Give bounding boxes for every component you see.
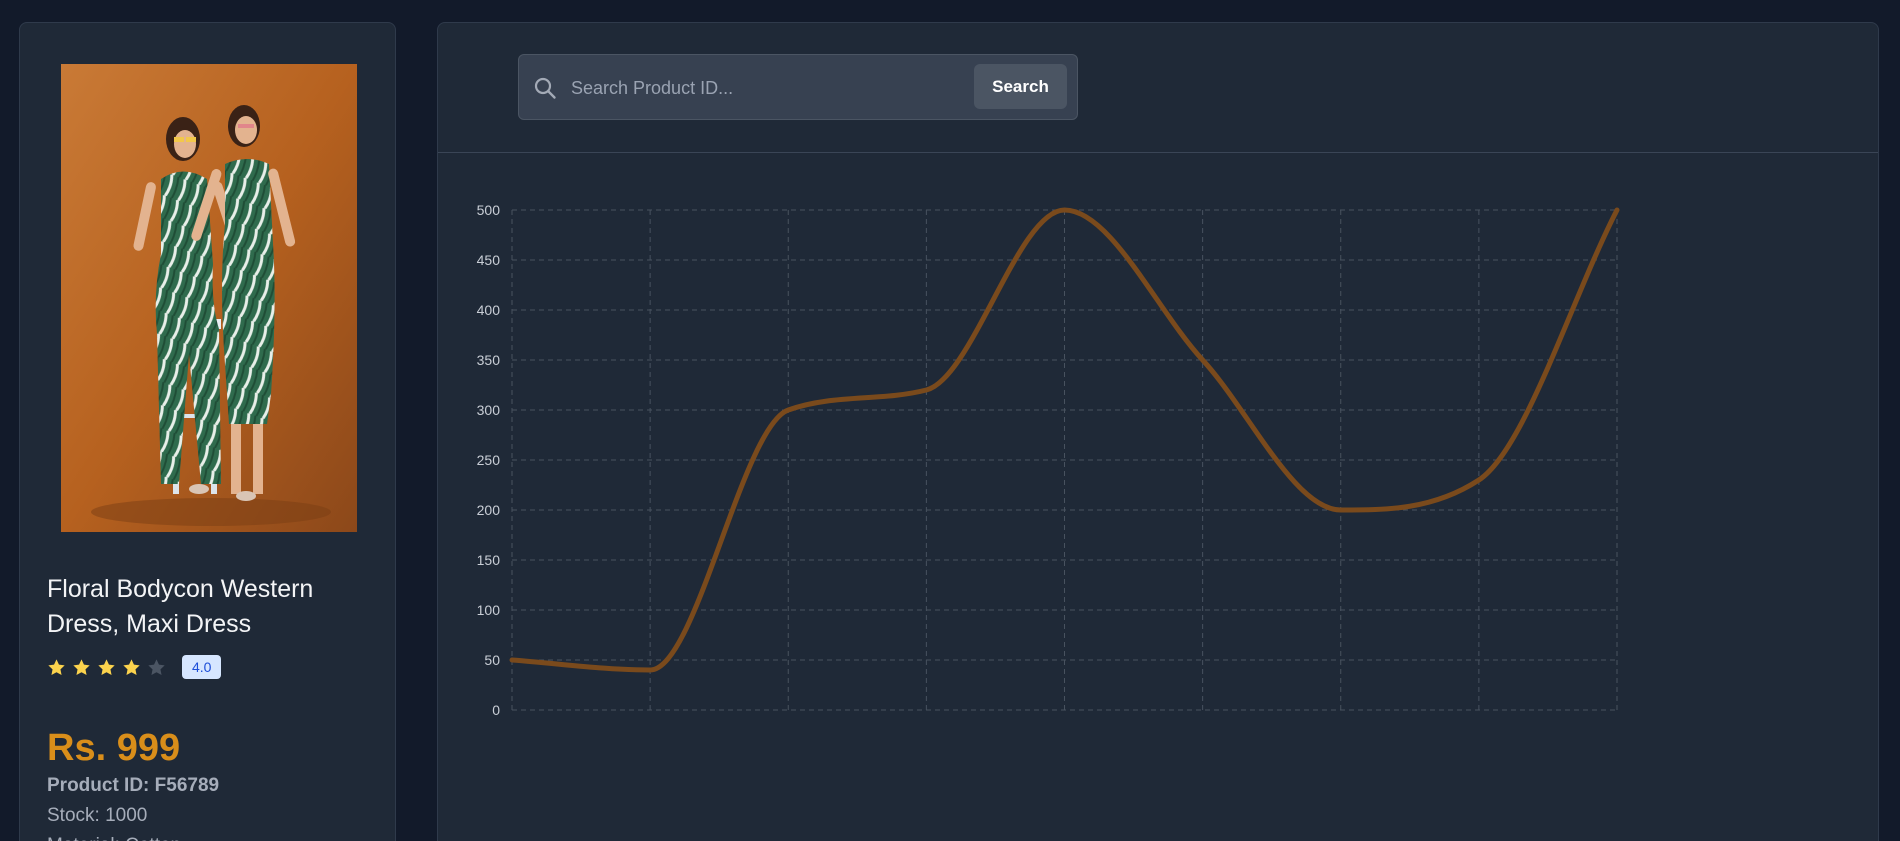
y-tick-label: 150 [477,552,501,568]
rating: 4.0 [47,654,222,680]
y-tick-label: 250 [477,452,501,468]
chart-grid [511,209,1618,711]
data-point [1062,208,1067,212]
data-point [1615,208,1619,212]
product-title-line-1: Floral Bodycon Western [47,575,314,603]
y-tick-label: 500 [477,202,501,218]
y-tick-label: 450 [477,252,501,268]
data-point [1200,358,1205,362]
y-tick-label: 300 [477,402,501,418]
star-icon [73,658,90,675]
star-icon [48,658,65,675]
price: Rs. 999 [47,727,181,769]
rating-badge: 4.0 [182,655,222,679]
data-point [510,658,514,662]
panel-header: Search [438,23,1878,153]
data-point [786,408,791,412]
search-bar: Search [518,54,1078,120]
y-tick-label: 50 [484,652,500,668]
star-icon [98,658,115,675]
stock: Stock: 1000 [47,805,148,826]
y-axis-ticks: 0 50 100 150 200 250 300 350 400 450 500 [477,202,501,718]
search-icon [534,77,556,99]
chart-svg: 0 50 100 150 200 250 300 350 400 450 500 [477,202,1620,718]
search-input[interactable] [569,69,973,107]
product-title: Floral Bodycon Western Dress, Maxi Dress [47,572,347,642]
data-point [1476,478,1481,482]
product-image [61,64,357,532]
search-button[interactable]: Search [974,64,1067,109]
product-id: Product ID: F56789 [47,775,220,796]
main-panel: Search 0 50 100 150 200 250 300 350 400 450 500 [437,22,1879,841]
y-tick-label: 400 [477,302,501,318]
data-point [924,388,929,392]
y-tick-label: 350 [477,352,501,368]
star-icon [123,658,140,675]
y-tick-label: 0 [492,702,500,718]
y-tick-label: 100 [477,602,501,618]
star-icon [148,658,165,675]
material: Material: Cotton [47,832,181,841]
data-point [648,668,653,672]
y-tick-label: 200 [477,502,501,518]
product-title-line-2: Dress, Maxi Dress [47,610,252,638]
data-point [1338,508,1343,512]
price-chart: 0 50 100 150 200 250 300 350 400 450 500 [438,153,1878,841]
page: Floral Bodycon Western Dress, Maxi Dress… [0,0,1900,841]
product-card: Floral Bodycon Western Dress, Maxi Dress… [19,22,396,841]
